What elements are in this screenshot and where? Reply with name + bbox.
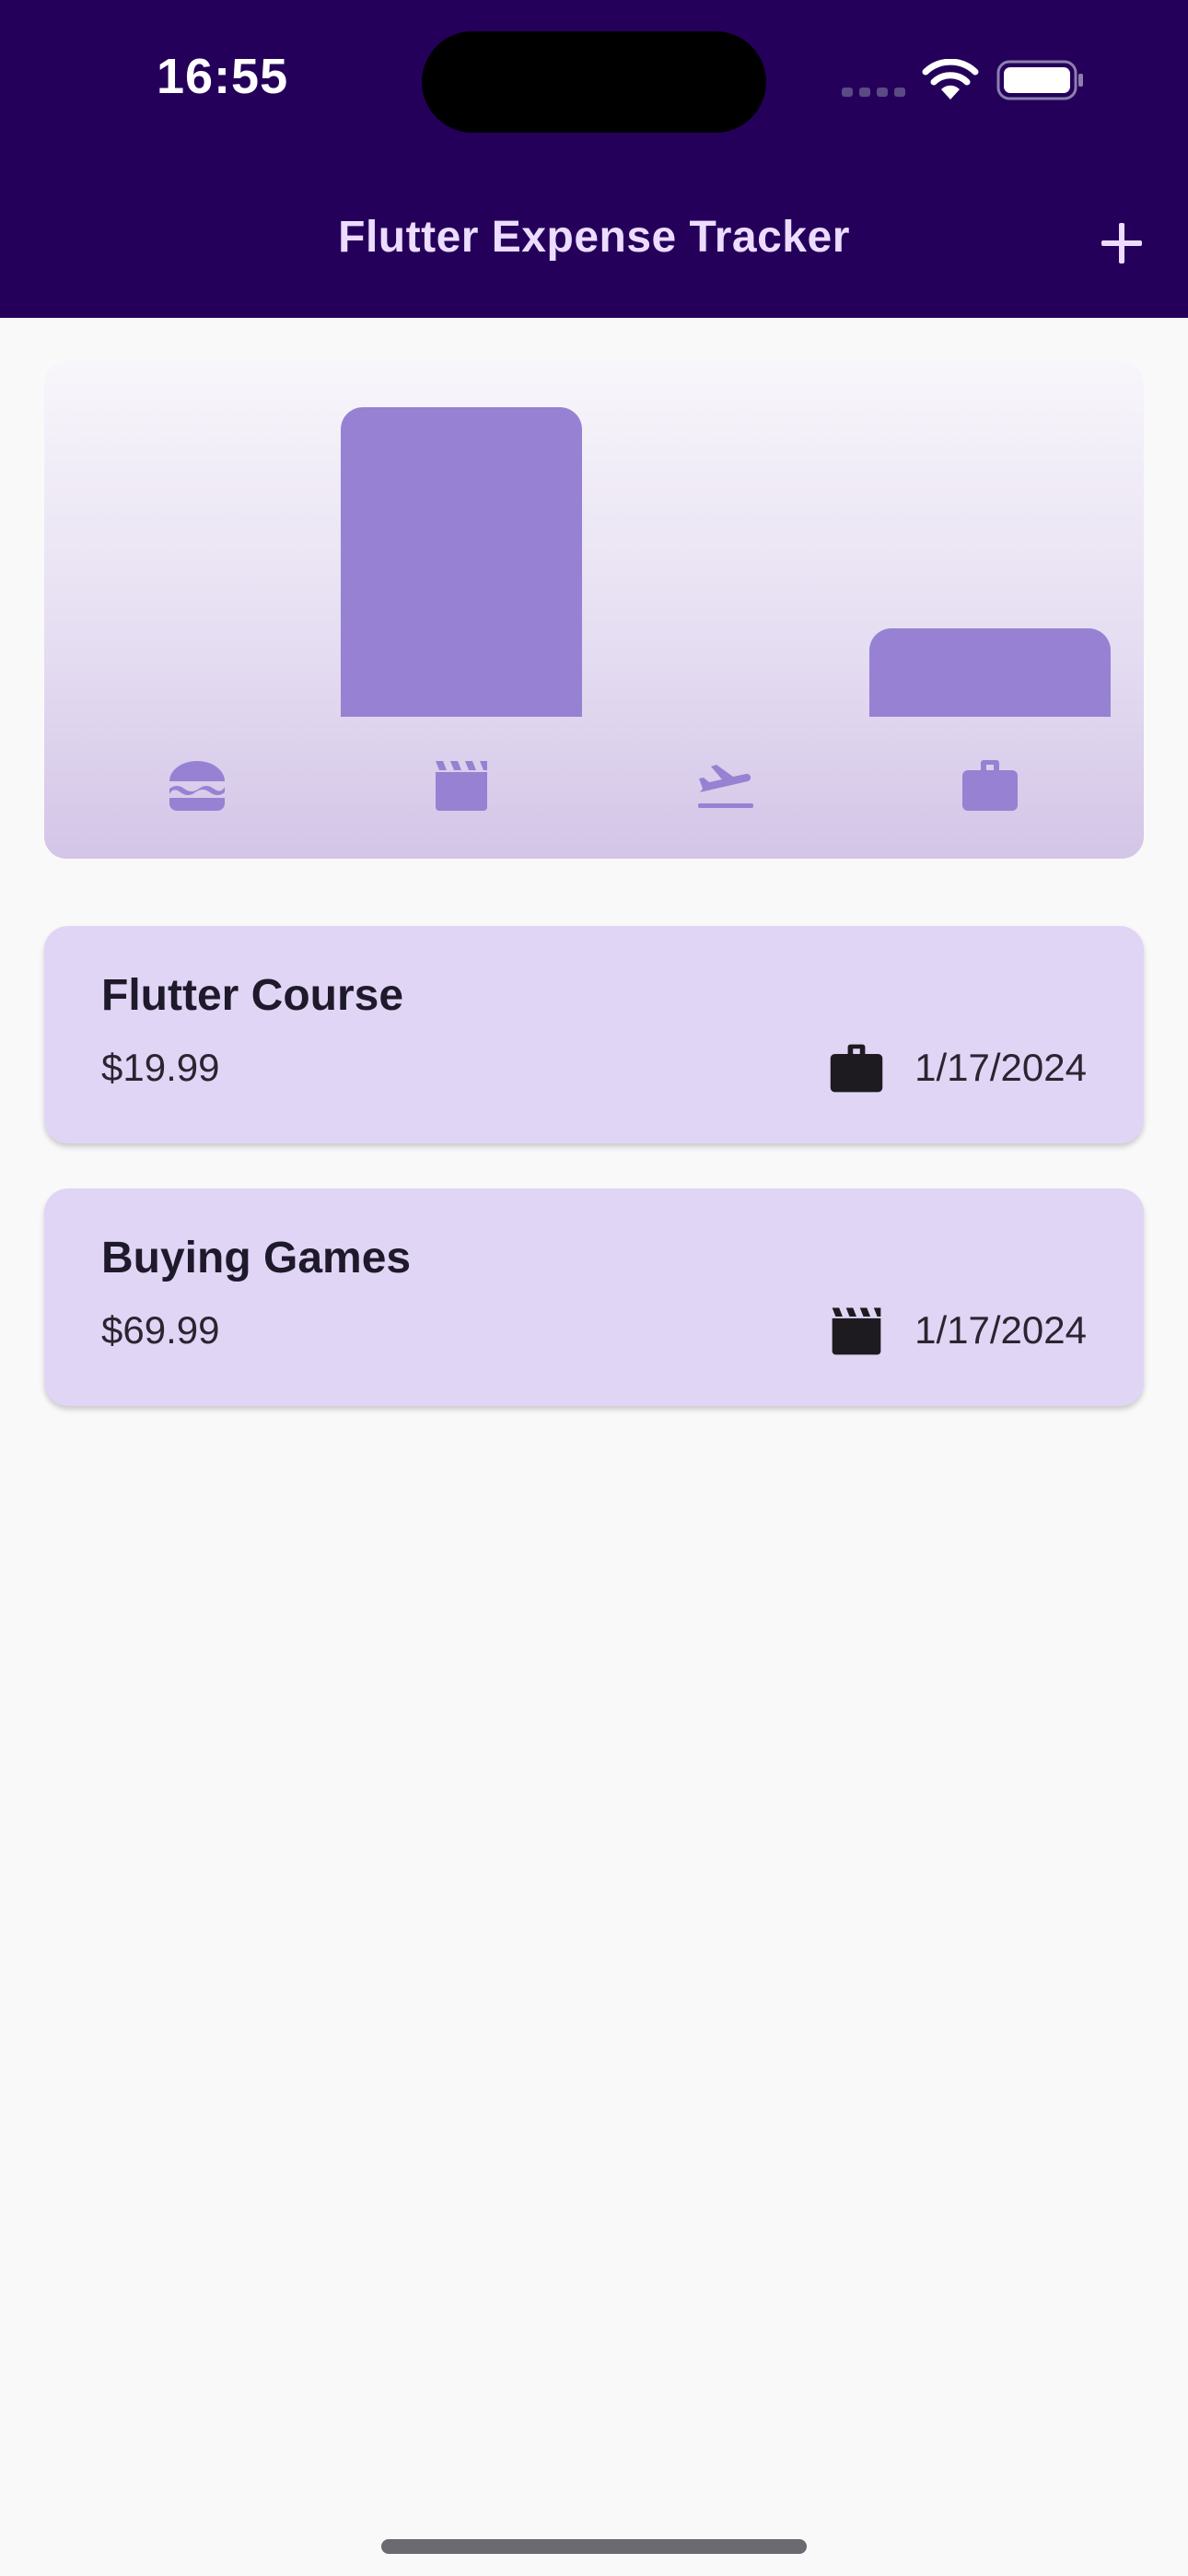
briefcase-icon — [962, 760, 1018, 811]
app-title: Flutter Expense Tracker — [338, 213, 850, 262]
clapperboard-icon — [436, 761, 487, 811]
add-expense-button[interactable] — [1089, 210, 1155, 276]
dynamic-island — [422, 31, 766, 133]
home-indicator[interactable] — [381, 2539, 807, 2554]
clapperboard-icon — [832, 1307, 881, 1355]
expense-date: 1/17/2024 — [914, 1308, 1087, 1352]
expense-title: Flutter Course — [101, 971, 404, 1020]
battery-icon — [996, 60, 1083, 100]
chart-bar-leisure — [341, 407, 582, 717]
expense-title: Buying Games — [101, 1234, 412, 1282]
expense-item[interactable]: Buying Games $69.99 1/17/2024 — [44, 1188, 1144, 1406]
plus-icon — [1101, 223, 1142, 263]
expense-amount: $19.99 — [101, 1046, 220, 1089]
briefcase-icon — [830, 1044, 883, 1093]
chart-bar-work — [869, 628, 1111, 717]
expense-chart — [44, 361, 1144, 859]
burger-icon — [169, 761, 225, 811]
status-time: 16:55 — [157, 49, 289, 104]
wifi-icon — [922, 59, 979, 100]
app-header: 16:55 Flutter Expense Tracker — [0, 0, 1188, 318]
expense-date: 1/17/2024 — [914, 1046, 1087, 1089]
airplane-icon — [698, 765, 753, 808]
expense-item[interactable]: Flutter Course $19.99 1/17/2024 — [44, 926, 1144, 1143]
app-screen: 16:55 Flutter Expense Tracker Flutter Co… — [0, 0, 1188, 2576]
chart-bars-area — [44, 361, 1144, 717]
expense-amount: $69.99 — [101, 1308, 220, 1352]
cellular-icon — [842, 88, 905, 97]
